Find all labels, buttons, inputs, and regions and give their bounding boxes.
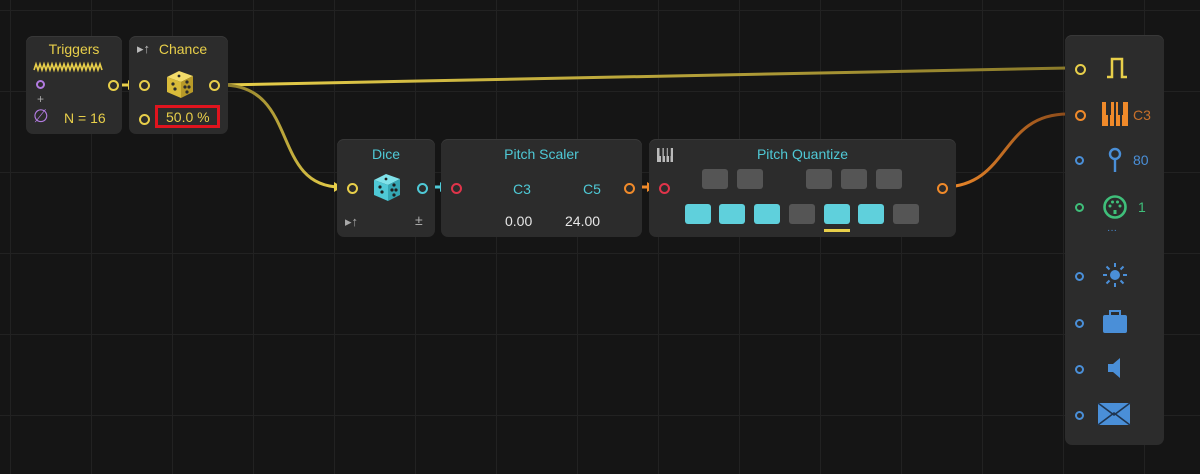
chance-mode-icon: ▸↑	[137, 41, 151, 56]
volume-in-port[interactable]	[1075, 365, 1084, 374]
pitch-quantize-out-port[interactable]	[937, 183, 948, 194]
chance-node[interactable]: ▸↑ Chance 50.0 %	[129, 36, 228, 134]
velocity-icon	[1108, 147, 1122, 172]
pitch-quantize-node[interactable]: Pitch Quantize	[649, 139, 956, 237]
dice-mode-left[interactable]: ▸↑	[345, 214, 358, 230]
white-key-c[interactable]	[685, 204, 711, 224]
triggers-count[interactable]: N = 16	[64, 110, 106, 126]
root-note-indicator	[824, 229, 850, 232]
speaker-icon	[1108, 358, 1120, 378]
midi-channel-icon	[1103, 195, 1127, 219]
chance-mod-port[interactable]	[139, 114, 150, 125]
white-key-g[interactable]	[824, 204, 850, 224]
white-key-a[interactable]	[858, 204, 884, 224]
dice-out-port[interactable]	[417, 183, 428, 194]
white-key-b[interactable]	[893, 204, 919, 224]
pitch-scaler-title: Pitch Scaler	[504, 146, 579, 162]
black-key-c#[interactable]	[702, 169, 728, 189]
dice-title: Dice	[371, 146, 400, 162]
empty-set-icon[interactable]: ∅	[33, 106, 49, 127]
pitch-in-port[interactable]	[1075, 110, 1086, 121]
white-key-f[interactable]	[789, 204, 815, 224]
envelope-icon	[1097, 402, 1131, 426]
pitch-quantize-in-port[interactable]	[659, 183, 670, 194]
keyboard-icon	[1102, 102, 1128, 126]
black-key-a#[interactable]	[876, 169, 902, 189]
dice-cube-icon	[374, 174, 400, 201]
pitch-scaler-node[interactable]: Pitch Scaler C3 C5 0.00 24.00	[441, 139, 642, 237]
pan-in-port[interactable]	[1075, 411, 1084, 420]
brightness-in-port[interactable]	[1075, 272, 1084, 281]
sun-icon	[1103, 263, 1127, 287]
chance-out-port[interactable]	[209, 80, 220, 91]
triggers-plus: +	[37, 92, 45, 106]
pitch-scaler-low-value[interactable]: 0.00	[505, 213, 532, 229]
dice-in-port[interactable]	[347, 183, 358, 194]
note-output-panel[interactable]: C3 80 1 ···	[1065, 35, 1164, 445]
chance-in-port[interactable]	[139, 80, 150, 91]
channel-in-port[interactable]	[1075, 203, 1084, 212]
pitch-scaler-high-note[interactable]: C5	[583, 181, 601, 197]
triggers-purple-port[interactable]	[36, 80, 45, 89]
black-key-f#[interactable]	[806, 169, 832, 189]
cable-quantize-to-note	[944, 112, 1069, 189]
briefcase-icon	[1103, 310, 1127, 333]
cable-chance-to-gate	[221, 66, 1069, 87]
white-key-d[interactable]	[719, 204, 745, 224]
dice-icon	[167, 71, 193, 98]
velocity-in-port[interactable]	[1075, 156, 1084, 165]
pressure-in-port[interactable]	[1075, 319, 1084, 328]
pitch-scaler-in-port[interactable]	[451, 183, 462, 194]
cable-chance-to-dice	[221, 83, 341, 189]
triggers-out-port[interactable]	[108, 80, 119, 91]
white-key-e[interactable]	[754, 204, 780, 224]
dice-node[interactable]: Dice ▸↑ ±	[337, 139, 435, 237]
note-value[interactable]: C3	[1133, 107, 1151, 123]
chance-value[interactable]: 50.0 %	[166, 109, 210, 125]
gate-icon	[1107, 57, 1127, 79]
dice-mode-right[interactable]: ±	[415, 212, 423, 228]
triggers-node[interactable]: Triggers + ∅ N = 16	[26, 36, 122, 134]
velocity-value[interactable]: 80	[1133, 152, 1149, 168]
gate-in-port[interactable]	[1075, 64, 1086, 75]
black-key-d#[interactable]	[737, 169, 763, 189]
pitch-scaler-out-port[interactable]	[624, 183, 635, 194]
more-indicator[interactable]: ···	[1107, 225, 1117, 236]
pitch-scaler-high-value[interactable]: 24.00	[565, 213, 600, 229]
chance-title: Chance	[158, 41, 208, 57]
channel-value[interactable]: 1	[1138, 199, 1146, 215]
black-key-g#[interactable]	[841, 169, 867, 189]
pitch-scaler-low-note[interactable]: C3	[513, 181, 531, 197]
pitch-quantize-title: Pitch Quantize	[756, 146, 849, 162]
